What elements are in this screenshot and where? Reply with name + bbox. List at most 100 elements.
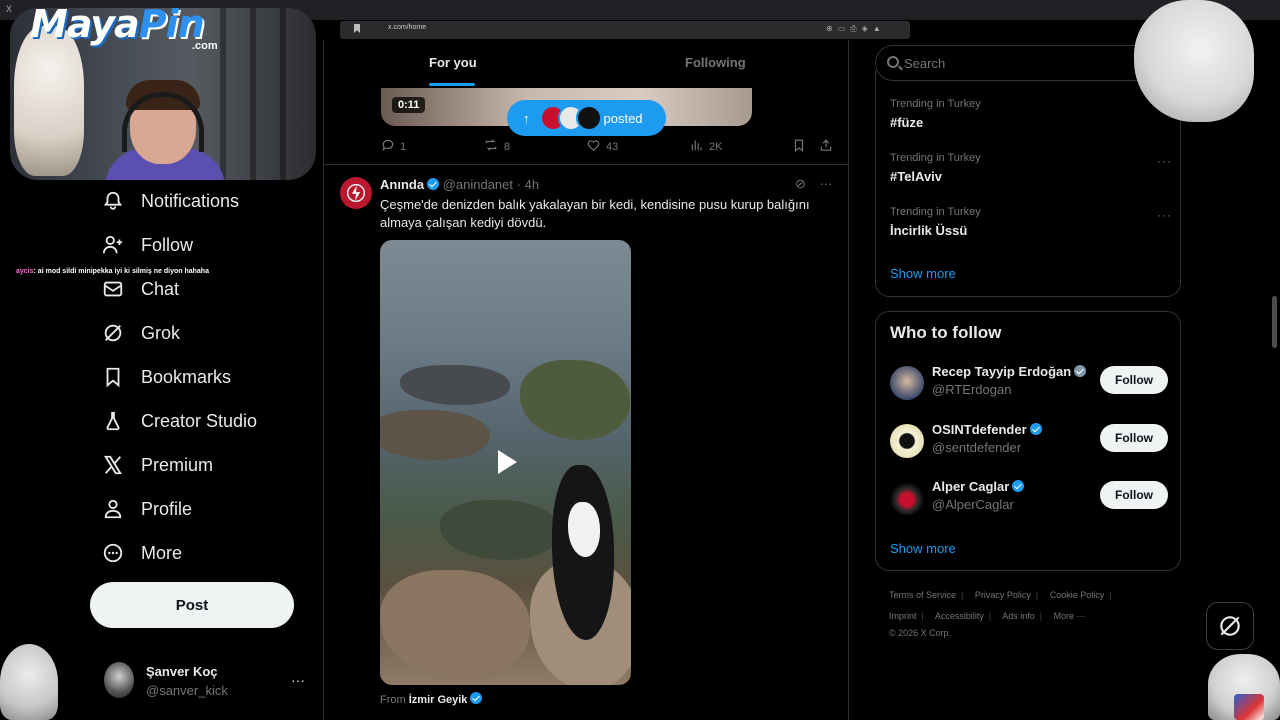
nav-notifications[interactable]: Notifications [100,186,239,216]
repost-count: 8 [504,140,511,153]
follow-suggestion[interactable]: Recep Tayyip Erdoğan @RTErdogan Follow [890,364,1168,404]
person-plus-icon [100,232,126,258]
cat-sticker [1134,0,1254,122]
like-button[interactable]: 43 [586,138,618,155]
nav-label: Bookmarks [141,366,232,387]
search-placeholder: Search [904,56,946,71]
stream-logo-domain: .com [192,40,218,52]
repost-icon [483,138,499,155]
dot-separator: · [516,177,521,192]
follow-suggestion[interactable]: Alper Caglar @AlperCaglar Follow [890,479,1168,519]
chat-text: : ai mod sildi minipekka iyi ki silmiş n… [33,268,209,275]
tab-following[interactable]: Following [685,55,746,70]
nav-label: Notifications [141,190,240,211]
tab-favicon[interactable]: X [6,4,12,14]
tab-for-you[interactable]: For you [429,55,477,70]
trend-item[interactable]: Trending in Turkey #TelAviv [890,152,981,184]
verified-badge-icon [470,692,483,704]
nav-profile[interactable]: Profile [100,494,192,524]
nav-label: Creator Studio [141,410,258,431]
cookie-link[interactable]: Cookie Policy [1050,590,1105,600]
suggestion-name: Alper Caglar [932,479,1025,494]
person-icon [100,496,126,522]
suggestion-name: OSINTdefender [932,422,1042,437]
nav-bookmarks[interactable]: Bookmarks [100,362,231,392]
tweet-text: Çeşme'de denizden balık yakalayan bir ke… [380,197,810,230]
snack-bag [1234,694,1264,720]
trend-name: #TelAviv [890,169,943,184]
post-button[interactable]: Post [90,582,294,628]
more-icon[interactable]: ··· [1157,208,1172,222]
posted-label: posted [603,110,643,126]
curtain-fold [220,8,226,180]
page-scrollbar[interactable] [1272,296,1277,348]
grok-icon[interactable]: ⊘ [795,176,806,191]
browser-toolbar-icons[interactable]: ⊕▭⎙◈▲ [826,24,886,34]
url-text[interactable]: x.com/home [388,24,426,31]
video-frame-rock [520,360,630,440]
terms-link[interactable]: Terms of Service [889,590,956,600]
avatar [575,105,602,131]
play-icon[interactable] [498,450,517,474]
nav-more[interactable]: More [100,538,182,568]
more-icon[interactable]: ··· [1157,154,1172,168]
cat-sticker [14,26,84,176]
lightning-icon [347,184,365,202]
nav-label: More [141,542,183,563]
stream-chat-message: aycis: ai mod sildi minipekka iyi ki sil… [16,268,209,275]
nav-premium[interactable]: Premium [100,450,213,480]
privacy-link[interactable]: Privacy Policy [975,590,1031,600]
from-source-name[interactable]: İzmir Geyik [409,694,468,706]
poster-avatars [539,105,604,131]
trend-item[interactable]: Trending in Turkey #füze [890,98,981,130]
ads-info-link[interactable]: Ads info [1002,611,1035,621]
avatar [890,366,924,400]
account-more-icon[interactable]: ··· [291,672,305,688]
repost-button[interactable]: 8 [483,138,510,155]
avatar[interactable] [340,177,372,209]
follow-suggestion[interactable]: OSINTdefender @sentdefender Follow [890,422,1168,462]
video-frame-rock [380,570,530,680]
nav-follow[interactable]: Follow [100,230,193,260]
tweet-author-name[interactable]: Anında [380,177,424,192]
follow-show-more-link[interactable]: Show more [890,541,956,556]
envelope-icon [100,276,126,302]
tweet-author-handle[interactable]: @anindanet [443,177,513,192]
footer-more-link[interactable]: More ··· [1054,611,1086,621]
copyright: © 2026 X Corp. [889,628,952,638]
chat-username: aycis [16,268,34,275]
follow-button[interactable]: Follow [1100,481,1168,509]
more-circle-icon [100,540,126,566]
suggestion-name: Recep Tayyip Erdoğan [932,364,1087,379]
nav-label: Follow [141,234,194,255]
tweet-tools: ⊘ ··· [795,176,833,192]
share-button[interactable] [819,138,838,156]
reply-button[interactable]: 1 [381,138,406,155]
video-source: From İzmir Geyik [380,692,483,706]
verified-badge-icon [1074,365,1087,377]
imprint-link[interactable]: Imprint [889,611,917,621]
accessibility-link[interactable]: Accessibility [935,611,984,621]
trend-context: Trending in Turkey [890,206,981,218]
views-button[interactable]: 2K [690,138,722,155]
tweet-time[interactable]: 4h [525,177,539,192]
nav-grok[interactable]: Grok [100,318,180,348]
trend-context: Trending in Turkey [890,152,981,164]
follow-button[interactable]: Follow [1100,424,1168,452]
follow-button[interactable]: Follow [1100,366,1168,394]
suggestion-handle: @RTErdogan [932,382,1012,397]
who-to-follow-title: Who to follow [890,323,1002,342]
grok-floating-button[interactable] [1206,602,1254,650]
nav-chat[interactable]: Chat [100,274,179,304]
trends-show-more-link[interactable]: Show more [890,266,956,281]
from-prefix: From [380,694,406,706]
nav-creator-studio[interactable]: Creator Studio [100,406,257,436]
new-posts-pill[interactable]: ↑ posted [507,100,666,136]
more-icon[interactable]: ··· [820,176,833,191]
bookmark-post-button[interactable] [792,138,811,156]
video-frame-rock [440,500,560,560]
tweet-header: Anında @anindanet · 4h [380,177,539,192]
trend-item[interactable]: Trending in Turkey İncirlik Üssü [890,206,981,238]
search-input[interactable]: Search [875,45,1160,81]
trend-context: Trending in Turkey [890,98,981,110]
